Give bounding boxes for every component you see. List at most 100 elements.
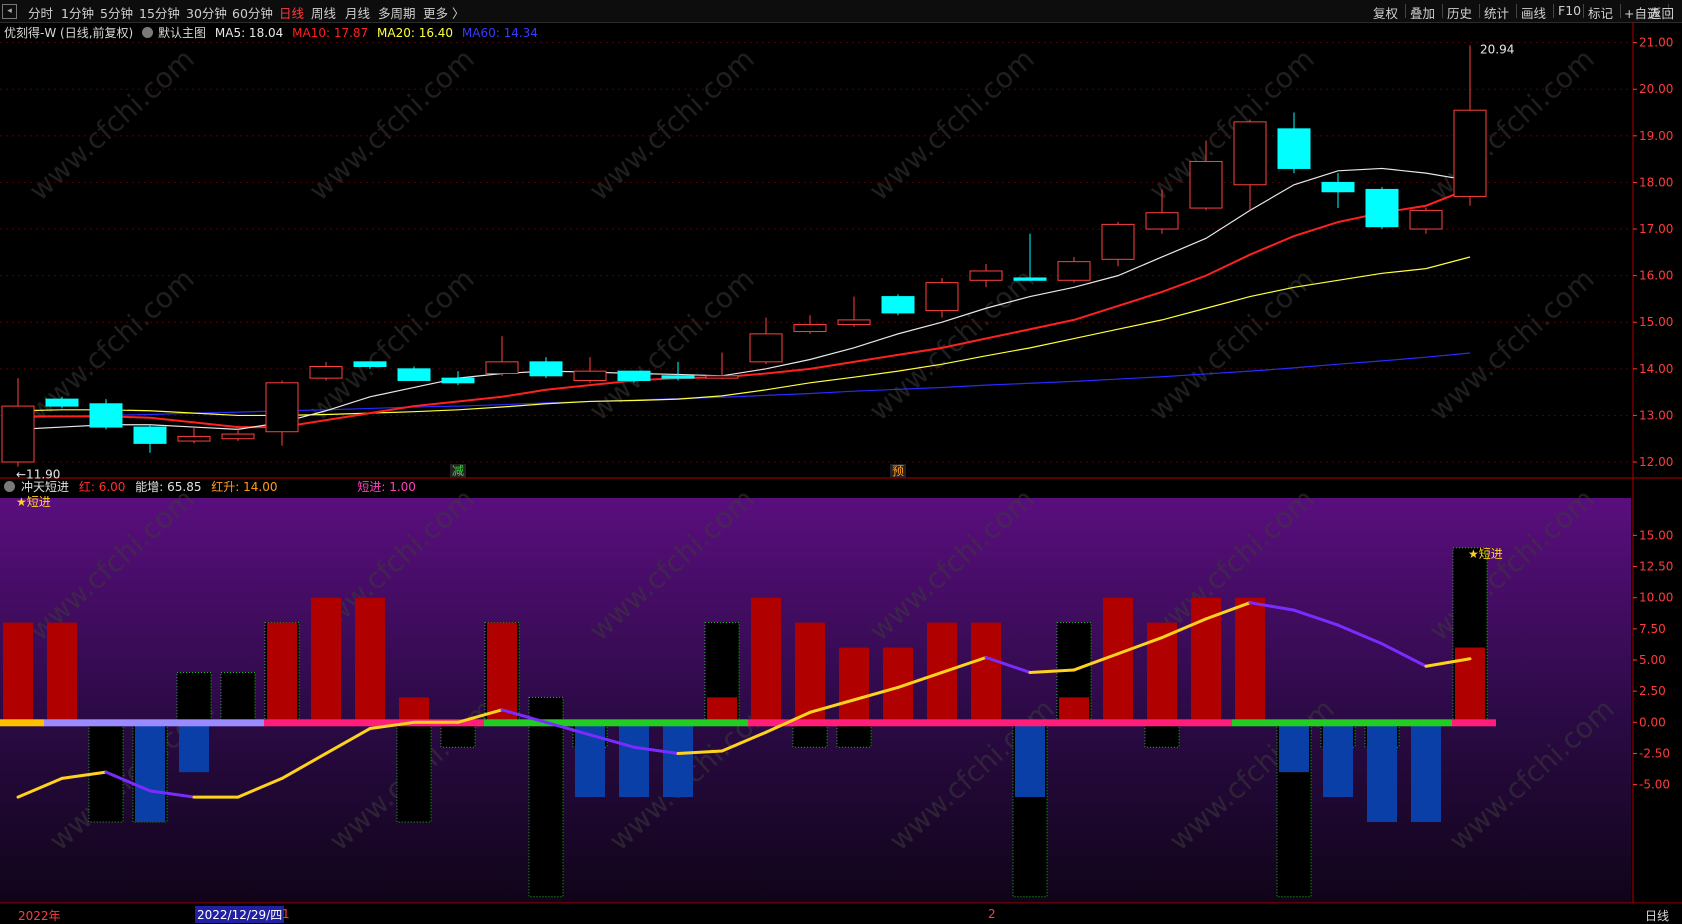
candle-body (353, 361, 387, 367)
indicator-name[interactable]: 冲天短进 (21, 480, 69, 494)
main-axis-label: 20.00 (1639, 82, 1673, 96)
indicator-red-bar (971, 622, 1001, 723)
indicator-blue-bar (179, 722, 209, 773)
tab-15min[interactable]: 15分钟 (139, 3, 180, 22)
baseline-segment (484, 719, 748, 727)
candle-body (1409, 209, 1443, 230)
indicator-blue-bar (663, 722, 693, 798)
candle-body (1233, 121, 1267, 186)
collapse-icon[interactable]: ◂ (2, 4, 17, 19)
candle-body (881, 296, 915, 314)
candle-body (1365, 188, 1399, 228)
indicator-axis-label: 7.50 (1639, 622, 1666, 636)
huaxian-button[interactable]: 画线 (1521, 3, 1546, 22)
baseline-segment (1232, 719, 1452, 727)
tab-weekly[interactable]: 周线 (311, 3, 336, 22)
tab-monthly[interactable]: 月线 (345, 3, 370, 22)
indicator-black-bar (528, 721, 564, 898)
toolbar-divider (1405, 4, 1406, 18)
tab-fenshi[interactable]: 分时 (28, 3, 53, 22)
indicator-axis-label: 10.00 (1639, 591, 1673, 605)
toolbar-divider (1479, 4, 1480, 18)
candle-body (793, 324, 827, 333)
indicator-axis-label: 15.00 (1639, 528, 1673, 542)
indicator-red-bar (311, 597, 341, 723)
toolbar-divider (1553, 4, 1554, 18)
tab-5min[interactable]: 5分钟 (100, 3, 133, 22)
indicator-red-bar (267, 622, 297, 723)
diejia-button[interactable]: 叠加 (1410, 3, 1435, 22)
tab-more[interactable]: 更多 〉 (423, 3, 464, 22)
indicator-toggle-icon[interactable] (4, 481, 15, 492)
stock-title: 优刻得-W (日线,前复权) (4, 26, 134, 40)
period-toolbar: ◂ 分时 1分钟 5分钟 15分钟 30分钟 60分钟 日线 周线 月线 多周期… (0, 0, 1682, 23)
ma60-line (17, 352, 1471, 419)
duanjin-signal: ★短进 (1468, 547, 1503, 561)
signal-tag: 预 (892, 464, 904, 478)
tab-1min[interactable]: 1分钟 (61, 3, 94, 22)
f10-button[interactable]: F10 (1558, 3, 1581, 18)
indicator-info-bar: 冲天短进 红: 6.00 能增: 65.85 红升: 14.00 短进: 1.0… (4, 478, 422, 494)
toolbar-divider (1583, 4, 1584, 18)
indicator-red-bar (47, 622, 77, 723)
indicator-red-bar (399, 697, 429, 723)
hongsheng-value: 红升: 14.00 (211, 480, 278, 494)
biaoji-button[interactable]: 标记 (1588, 3, 1613, 22)
watermark-text: www.cfchi.com (583, 262, 761, 427)
indicator-red-bar (751, 597, 781, 723)
year-label: 2022年 (18, 909, 61, 923)
indicator-blue-bar (1279, 722, 1309, 773)
tab-60min[interactable]: 60分钟 (232, 3, 273, 22)
candle-body (749, 333, 783, 363)
high-price-label: 20.94 (1480, 42, 1514, 56)
indicator-blue-bar (135, 722, 165, 822)
template-toggle-icon[interactable] (142, 27, 154, 38)
back-button[interactable]: 返回 (1649, 3, 1674, 22)
tongji-button[interactable]: 统计 (1484, 3, 1509, 22)
hong-value: 红: 6.00 (78, 480, 126, 494)
main-axis-label: 18.00 (1639, 175, 1673, 189)
candle-body (925, 282, 959, 312)
candle-body (617, 370, 651, 381)
indicator-red-bar (1103, 597, 1133, 723)
fuquan-button[interactable]: 复权 (1373, 3, 1398, 22)
toolbar-divider (1620, 4, 1621, 18)
candle-body (221, 433, 255, 440)
candle-body (705, 375, 739, 379)
template-name[interactable]: 默认主图 (158, 26, 206, 40)
candle-body (529, 361, 563, 377)
main-axis-label: 19.00 (1639, 129, 1673, 143)
indicator-red-bar (707, 697, 737, 723)
indicator-axis-label: -2.50 (1639, 746, 1670, 760)
tab-daily[interactable]: 日线 (279, 3, 304, 22)
candle-body (485, 361, 519, 374)
tab-30min[interactable]: 30分钟 (186, 3, 227, 22)
baseline-segment (748, 719, 1232, 727)
main-axis-label: 14.00 (1639, 362, 1673, 376)
indicator-black-bar (396, 721, 432, 823)
lishi-button[interactable]: 历史 (1447, 3, 1472, 22)
indicator-blue-bar (1323, 722, 1353, 798)
ma60-value: MA60: 14.34 (461, 26, 538, 40)
main-axis-label: 17.00 (1639, 222, 1673, 236)
candle-body (1189, 160, 1223, 209)
kline-chart[interactable]: www.cfchi.com www.cfchi.com www.cfchi.com w… (0, 22, 1682, 903)
candle-body (1145, 212, 1179, 230)
watermark-text: www.cfchi.com (1423, 262, 1601, 427)
indicator-red-bar (487, 622, 517, 723)
candle-body (1321, 181, 1355, 193)
tab-multi-period[interactable]: 多周期 (378, 3, 416, 22)
candle-body (573, 370, 607, 381)
main-axis-label: 21.00 (1639, 36, 1673, 50)
duanjin-signal: ★短进 (16, 495, 51, 509)
candle-body (969, 270, 1003, 281)
duanjin-value: 短进: 1.00 (357, 480, 416, 494)
indicator-axis-label: -5.00 (1639, 778, 1670, 792)
baseline-segment (44, 719, 264, 727)
signal-tag: 减 (452, 464, 464, 478)
candle-body (1057, 261, 1091, 281)
toolbar-divider (1442, 4, 1443, 18)
indicator-red-bar (3, 622, 33, 723)
indicator-red-bar (839, 647, 869, 723)
indicator-black-bar (220, 671, 256, 723)
